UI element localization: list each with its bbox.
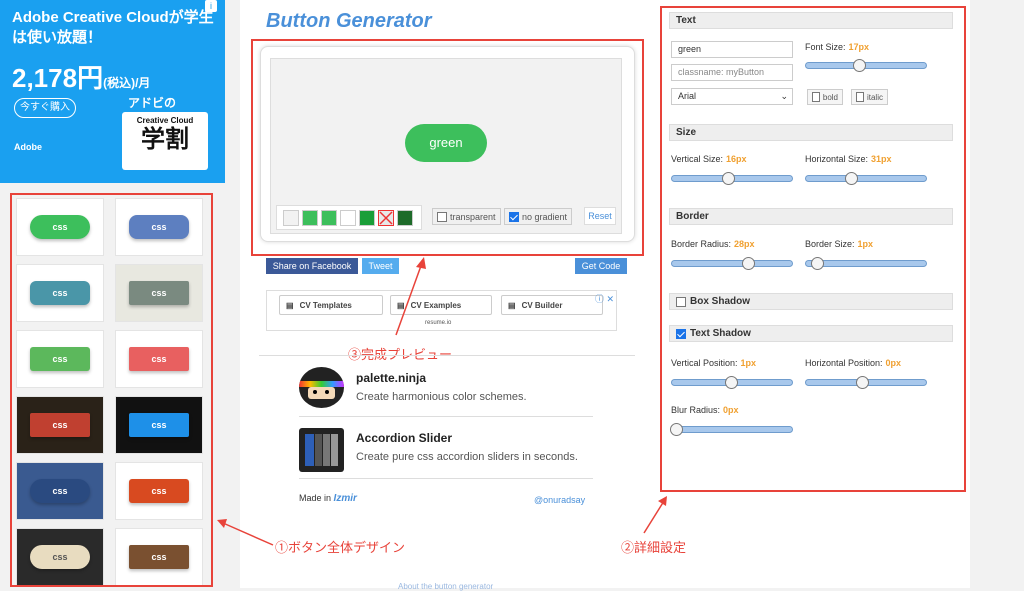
promo-title: palette.ninja [356,371,427,385]
ad-headline: Adobe Creative Cloudが学生は使い放題！ [12,9,214,46]
ad-buy-button[interactable]: 今すぐ購入 [14,98,76,118]
arrow-right [643,496,667,534]
document-icon: ▤ [286,300,294,310]
divider [299,416,593,417]
promo-title: Accordion Slider [356,431,453,445]
arrow-left [217,519,274,546]
ad-badge: Creative Cloud 学割 [122,112,208,170]
promo-palette[interactable]: palette.ninja Create harmonious color sc… [356,371,527,403]
ad-price: 2,178円(税込)/月 [12,63,151,93]
ad-badge-top: アドビの [128,96,177,110]
adobe-ad[interactable]: i Adobe Creative Cloudが学生は使い放題！ 2,178円(税… [0,0,225,183]
share-facebook-button[interactable]: Share on Facebook [266,258,358,274]
get-code-button[interactable]: Get Code [575,258,627,274]
annotation-box-left [10,193,213,587]
cv-ad[interactable]: ▤ CV Templates ▤ CV Examples ▤ CV Builder r… [266,290,617,331]
author-link[interactable]: @onuradsay [534,495,585,505]
about-link[interactable]: About the button generator [398,582,493,591]
promo-desc: Create pure css accordion sliders in sec… [356,451,578,463]
made-in: Made in Izmir [299,493,357,504]
adobe-logo: Adobe [14,142,42,152]
palette-ninja-logo[interactable] [299,367,344,408]
annotation-box-preview [251,39,644,256]
divider [259,355,635,356]
arrow-preview [395,257,426,336]
promo-accordion[interactable]: Accordion Slider Create pure css accordi… [356,431,578,463]
annotation-right: ②詳細設定 [621,540,687,555]
annotation-box-settings [660,6,966,492]
izmir-logo: Izmir [333,493,357,504]
ad-close-icon[interactable]: ⓘ ✕ [595,292,614,305]
annotation-left: ①ボタン全体デザイン [275,540,406,555]
annotation-preview: ③完成プレビュー [348,347,453,362]
cv-templates-label: CV Templates [299,300,352,310]
divider [299,478,593,479]
cv-builder-button[interactable]: ▤ CV Builder [501,295,603,315]
document-icon: ▤ [508,300,516,310]
cv-builder-label: CV Builder [521,300,563,310]
cv-templates-button[interactable]: ▤ CV Templates [279,295,383,315]
page-title: Button Generator [266,10,432,32]
accordion-slider-logo[interactable] [299,428,344,472]
promo-desc: Create harmonious color schemes. [356,391,527,403]
